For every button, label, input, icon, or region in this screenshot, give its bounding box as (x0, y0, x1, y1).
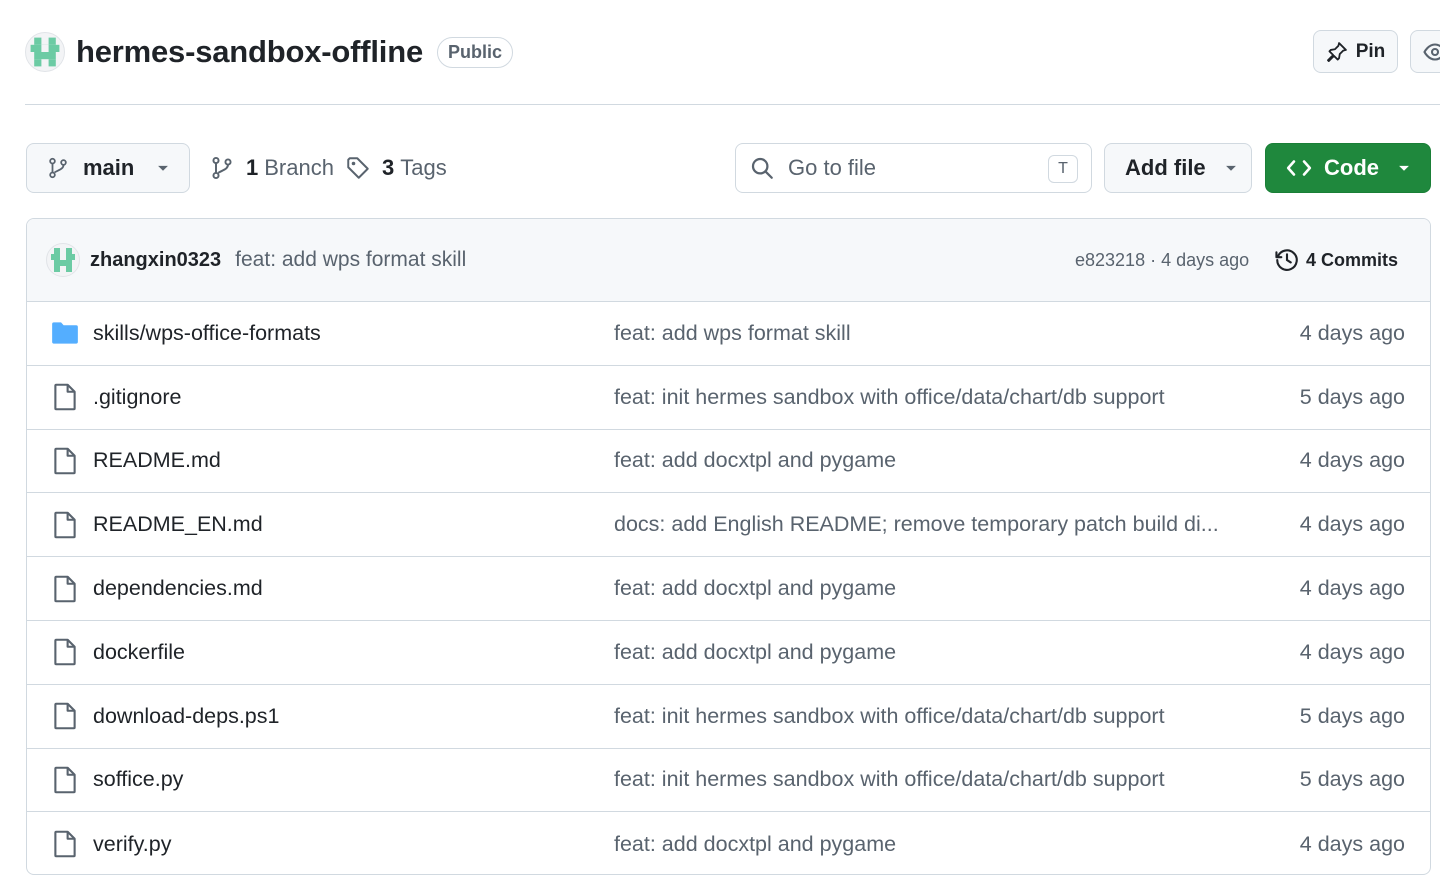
file-commit-age: 5 days ago (1299, 767, 1405, 792)
file-commit-age: 4 days ago (1299, 320, 1405, 345)
add-file-label: Add file (1125, 155, 1206, 180)
file-commit-message[interactable]: feat: init hermes sandbox with office/da… (614, 704, 1165, 729)
file-icon (51, 383, 79, 411)
add-file-button[interactable]: Add file (1104, 143, 1252, 193)
git-branch-icon (212, 156, 232, 180)
repo-header: hermes-sandbox-offline Public (25, 30, 513, 74)
file-commit-age: 4 days ago (1299, 448, 1405, 473)
file-icon (54, 766, 76, 794)
file-commit-message[interactable]: feat: add docxtpl and pygame (614, 640, 896, 665)
file-commit-message[interactable]: docs: add English README; remove tempora… (614, 512, 1219, 537)
folder-icon (51, 319, 79, 347)
file-commit-message[interactable]: feat: init hermes sandbox with office/da… (614, 767, 1165, 792)
file-icon (51, 766, 79, 794)
file-name-link[interactable]: verify.py (93, 832, 171, 857)
commit-message[interactable]: feat: add wps format skill (235, 248, 466, 272)
branches-link[interactable]: 1 Branch (210, 143, 334, 193)
watch-button[interactable] (1410, 30, 1440, 73)
file-row[interactable]: verify.py feat: add docxtpl and pygame 4 d… (27, 812, 1430, 874)
file-list: skills/wps-office-formats feat: add wps f… (27, 302, 1430, 874)
commits-history-link[interactable]: 4 Commits (1274, 247, 1398, 273)
file-commit-message[interactable]: feat: add wps format skill (614, 321, 851, 346)
file-row[interactable]: README_EN.md docs: add English README; re… (27, 493, 1430, 558)
file-icon (54, 702, 76, 730)
code-icon (1286, 160, 1312, 176)
file-icon (51, 830, 79, 858)
tags-count: 3 (382, 155, 395, 180)
git-branch-icon (49, 157, 67, 179)
tag-icon (347, 157, 369, 179)
file-commit-age: 5 days ago (1299, 384, 1405, 409)
visibility-badge: Public (436, 36, 513, 68)
file-browser: zhangxin0323 feat: add wps format skill … (26, 218, 1431, 875)
code-label: Code (1324, 155, 1379, 180)
branches-count: 1 (246, 155, 259, 180)
file-commit-message[interactable]: feat: add docxtpl and pygame (614, 576, 896, 601)
search-input[interactable] (788, 155, 1028, 181)
pin-label: Pin (1355, 40, 1386, 62)
pin-icon (1326, 41, 1347, 62)
file-name-link[interactable]: README_EN.md (93, 512, 263, 537)
file-commit-message[interactable]: feat: add docxtpl and pygame (614, 832, 896, 857)
branch-select-button[interactable]: main (26, 143, 190, 193)
commit-sha-age[interactable]: e823218 · 4 days ago (1075, 250, 1249, 271)
pin-button[interactable]: Pin (1313, 30, 1398, 73)
file-icon (51, 447, 79, 475)
repo-name[interactable]: hermes-sandbox-offline (76, 34, 423, 70)
file-commit-age: 4 days ago (1299, 831, 1405, 856)
eye-icon (1423, 42, 1440, 61)
branch-name: main (83, 155, 135, 180)
caret-down-icon (1225, 165, 1236, 171)
file-row[interactable]: soffice.py feat: init hermes sandbox with… (27, 749, 1430, 813)
file-name-link[interactable]: skills/wps-office-formats (93, 321, 321, 346)
file-commit-age: 4 days ago (1299, 576, 1405, 601)
file-icon (51, 702, 79, 730)
history-icon (1275, 249, 1298, 271)
file-icon (54, 639, 76, 666)
latest-commit-bar: zhangxin0323 feat: add wps format skill … (27, 219, 1430, 302)
file-row[interactable]: README.md feat: add docxtpl and pygame 4 d… (27, 430, 1430, 494)
commits-label: 4 Commits (1306, 249, 1399, 270)
identicon-icon (48, 245, 78, 275)
branches-label: Branch (264, 155, 334, 180)
file-icon (54, 511, 76, 539)
file-commit-message[interactable]: feat: init hermes sandbox with office/da… (614, 385, 1165, 410)
file-icon (54, 575, 76, 602)
file-name-link[interactable]: README.md (93, 448, 221, 473)
search-icon (751, 157, 773, 179)
owner-avatar[interactable] (25, 32, 65, 72)
file-row[interactable]: .gitignore feat: init hermes sandbox with… (27, 366, 1430, 430)
file-row[interactable]: dependencies.md feat: add docxtpl and pyg… (27, 557, 1430, 621)
file-icon (51, 511, 79, 539)
author-avatar[interactable] (46, 243, 80, 277)
folder-icon (52, 322, 78, 345)
file-commit-age: 4 days ago (1299, 639, 1405, 664)
file-name-link[interactable]: dockerfile (93, 640, 185, 665)
commit-author[interactable]: zhangxin0323 (90, 249, 221, 272)
file-commit-message[interactable]: feat: add docxtpl and pygame (614, 448, 896, 473)
file-commit-age: 4 days ago (1299, 512, 1405, 537)
go-to-file-search[interactable]: T (735, 143, 1092, 193)
tags-label: Tags (400, 155, 447, 180)
file-name-link[interactable]: .gitignore (93, 385, 181, 410)
file-row[interactable]: skills/wps-office-formats feat: add wps f… (27, 302, 1430, 366)
file-row[interactable]: download-deps.ps1 feat: init hermes sandb… (27, 685, 1430, 749)
file-icon (51, 575, 79, 603)
header-divider (25, 104, 1440, 105)
keyboard-shortcut-hint: T (1048, 155, 1078, 183)
identicon-icon (27, 34, 63, 70)
file-row[interactable]: dockerfile feat: add docxtpl and pygame 4 … (27, 621, 1430, 685)
file-icon (51, 638, 79, 666)
code-button[interactable]: Code (1265, 143, 1431, 193)
tags-link[interactable]: 3 Tags (346, 143, 447, 193)
file-icon (54, 383, 76, 411)
caret-down-icon (158, 165, 169, 171)
file-icon (54, 830, 76, 858)
file-name-link[interactable]: download-deps.ps1 (93, 704, 279, 729)
caret-down-icon (1399, 165, 1409, 171)
file-commit-age: 5 days ago (1299, 703, 1405, 728)
file-icon (54, 447, 76, 475)
file-name-link[interactable]: soffice.py (93, 767, 183, 792)
file-name-link[interactable]: dependencies.md (93, 576, 263, 601)
